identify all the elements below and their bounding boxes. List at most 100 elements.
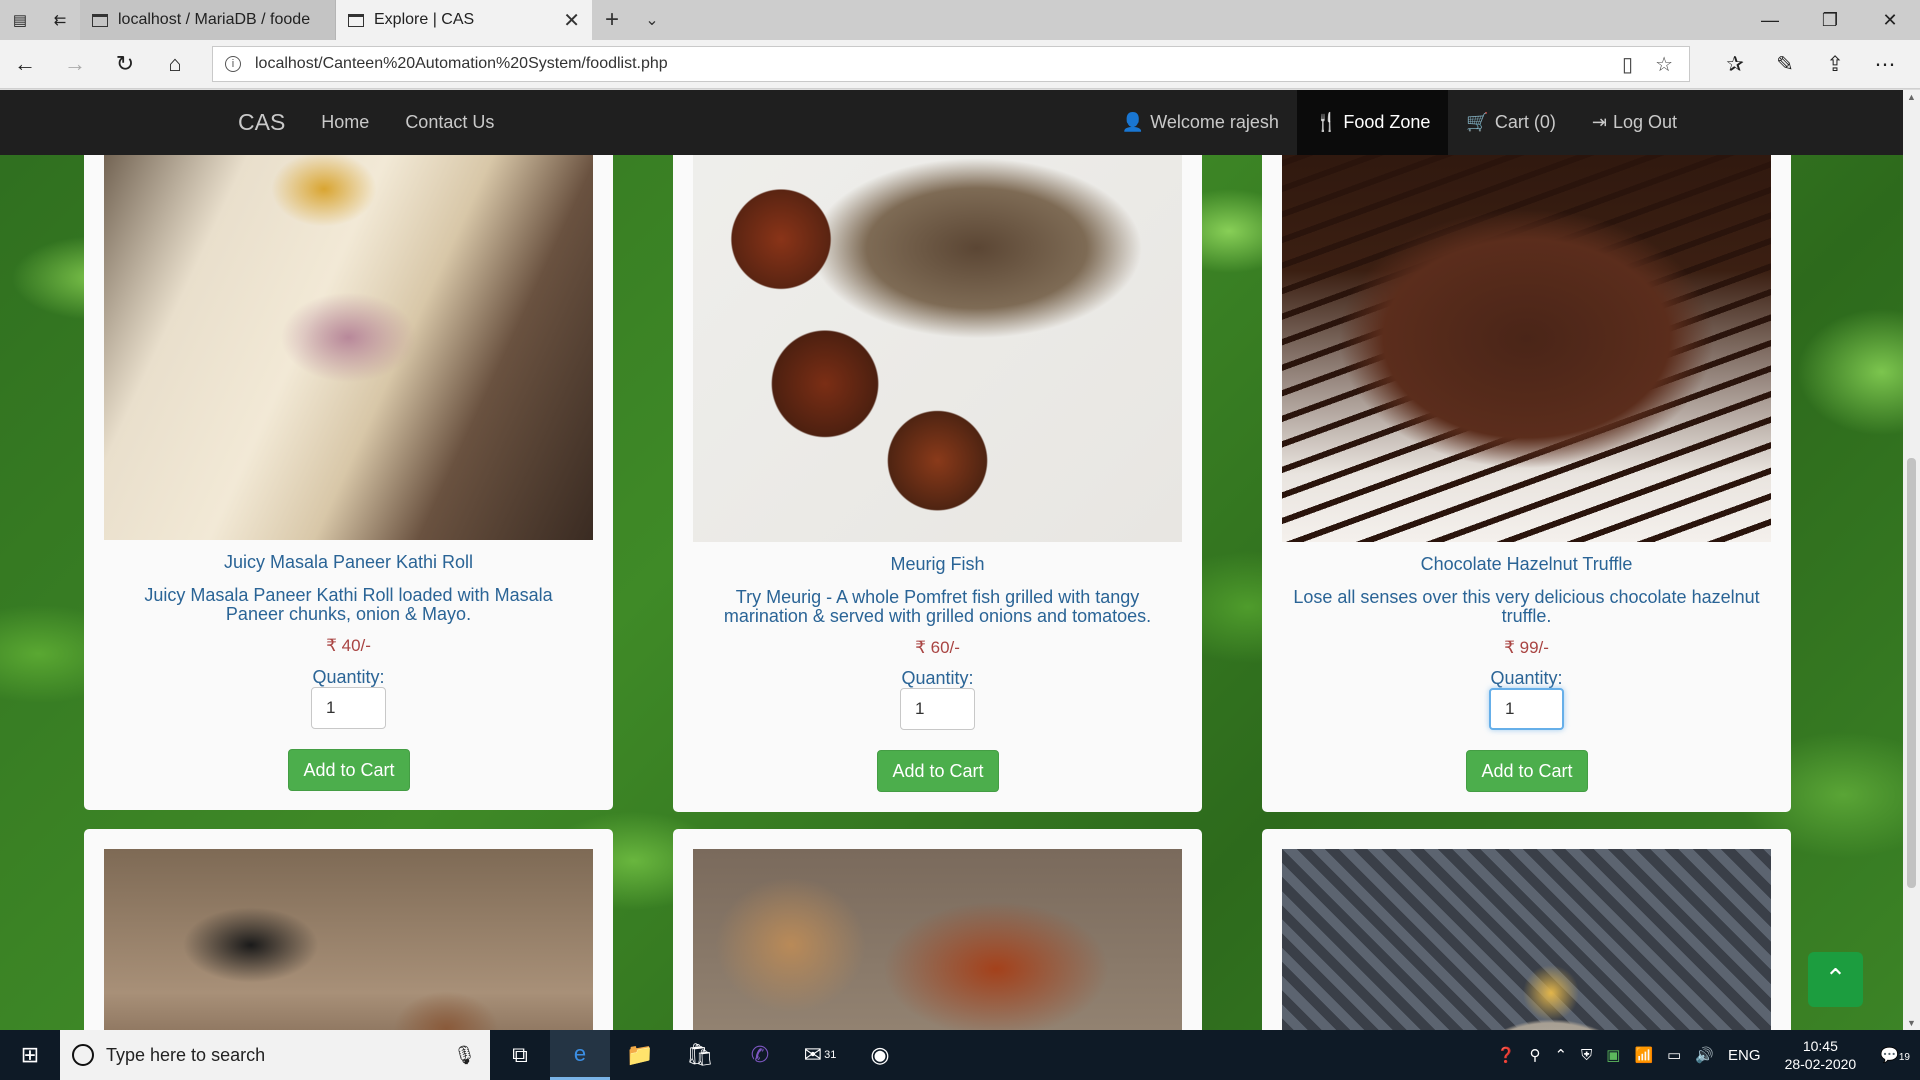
food-card: Chocolate Hazelnut Truffle Lose all sens… xyxy=(1262,90,1791,812)
refresh-icon[interactable]: ↻ xyxy=(100,51,150,77)
quantity-input[interactable] xyxy=(900,688,975,730)
taskbar-clock[interactable]: 10:45 28-02-2020 xyxy=(1785,1037,1857,1073)
food-image-fish xyxy=(693,90,1182,542)
whatsapp-icon[interactable]: ✆ xyxy=(730,1030,790,1080)
close-window-button[interactable]: ✕ xyxy=(1860,0,1920,40)
food-name: Juicy Masala Paneer Kathi Roll xyxy=(223,552,474,572)
nav-home[interactable]: Home xyxy=(321,112,369,133)
scroll-down-arrow-icon[interactable]: ▼ xyxy=(1907,1018,1916,1028)
food-card xyxy=(84,829,613,1030)
browser-tab-bar: ▤ ⇇ localhost / MariaDB / foode Explore … xyxy=(0,0,1920,40)
input-language[interactable]: ENG xyxy=(1728,1047,1761,1064)
quantity-label: Quantity: xyxy=(901,668,974,688)
page-icon xyxy=(348,13,364,27)
task-view-icon[interactable]: ⧉ xyxy=(490,1030,550,1080)
search-placeholder: Type here to search xyxy=(106,1044,266,1065)
cortana-icon xyxy=(72,1044,94,1066)
favorites-icon[interactable]: ✰ xyxy=(1710,52,1760,77)
chrome-icon[interactable]: ◉ xyxy=(850,1030,910,1080)
scroll-up-arrow-icon[interactable]: ▲ xyxy=(1907,92,1916,102)
action-center-icon[interactable]: 💬19 xyxy=(1880,1046,1910,1064)
food-card xyxy=(1262,829,1791,1030)
minimize-button[interactable]: — xyxy=(1740,0,1800,40)
food-description: Lose all senses over this very delicious… xyxy=(1293,587,1760,626)
reading-view-icon[interactable]: ▯ xyxy=(1622,52,1633,77)
clock-time: 10:45 xyxy=(1802,1038,1838,1054)
back-icon[interactable]: ← xyxy=(0,51,50,77)
food-image-kathi-roll xyxy=(104,90,593,540)
chevron-up-icon: ⌃ xyxy=(1824,963,1847,993)
help-icon[interactable]: ❓ xyxy=(1497,1046,1516,1064)
set-aside-tabs-icon[interactable]: ⇇ xyxy=(40,0,80,40)
pen-notes-icon[interactable]: ✎ xyxy=(1760,52,1810,77)
show-hidden-icons-chevron-icon[interactable]: ⌃ xyxy=(1554,1046,1567,1064)
tab-list-chevron-icon[interactable]: ⌄ xyxy=(632,0,672,40)
add-to-cart-button[interactable]: Add to Cart xyxy=(288,749,410,791)
close-tab-icon[interactable]: ✕ xyxy=(563,8,580,33)
volume-icon[interactable]: 🔊 xyxy=(1695,1046,1714,1064)
add-to-cart-button[interactable]: Add to Cart xyxy=(1466,750,1588,792)
people-icon[interactable]: ⚲ xyxy=(1529,1046,1540,1064)
windows-start-icon[interactable]: ⊞ xyxy=(0,1030,60,1080)
system-tray: ❓ ⚲ ⌃ ⛨ ▣ 📶 ▭ 🔊 ENG 10:45 28-02-2020 💬19 xyxy=(1497,1037,1920,1073)
add-to-cart-button[interactable]: Add to Cart xyxy=(877,750,999,792)
favorite-star-icon[interactable]: ☆ xyxy=(1655,52,1673,77)
food-description: Try Meurig - A whole Pomfret fish grille… xyxy=(723,587,1152,626)
site-info-icon[interactable]: i xyxy=(225,56,241,72)
windows-taskbar: ⊞ Type here to search 🎙 ⧉ e 📁 🛍 ✆ ✉ 31 ◉ … xyxy=(0,1030,1920,1080)
url-text: localhost/Canteen%20Automation%20System/… xyxy=(255,55,668,72)
food-image-toast-noodles xyxy=(693,849,1182,1030)
nav-welcome-user[interactable]: 👤 Welcome rajesh xyxy=(1104,90,1297,155)
more-menu-icon[interactable]: ⋯ xyxy=(1860,52,1910,77)
file-explorer-icon[interactable]: 📁 xyxy=(610,1030,670,1080)
quantity-label: Quantity: xyxy=(312,667,385,687)
nav-contact[interactable]: Contact Us xyxy=(405,112,494,133)
notification-count: 19 xyxy=(1898,1052,1910,1063)
page-viewport: Juicy Masala Paneer Kathi Roll Juicy Mas… xyxy=(0,90,1920,1030)
tab-actions-icon[interactable]: ▤ xyxy=(0,0,40,40)
nav-cart[interactable]: 🛒 Cart (0) xyxy=(1448,90,1573,155)
cart-label: Cart (0) xyxy=(1494,112,1556,132)
store-icon[interactable]: 🛍 xyxy=(670,1030,730,1080)
browser-tab-explore[interactable]: Explore | CAS ✕ xyxy=(336,0,592,40)
taskbar-search-box[interactable]: Type here to search 🎙 xyxy=(60,1030,490,1080)
user-icon: 👤 xyxy=(1121,112,1145,132)
food-card: Juicy Masala Paneer Kathi Roll Juicy Mas… xyxy=(84,90,613,810)
clock-date: 28-02-2020 xyxy=(1784,1056,1857,1072)
food-name: Chocolate Hazelnut Truffle xyxy=(1420,554,1633,574)
scroll-to-top-button[interactable]: ⌃ xyxy=(1808,952,1863,1007)
mail-badge: 31 xyxy=(824,1049,837,1061)
restore-button[interactable]: ❐ xyxy=(1800,0,1860,40)
food-image-chocolate-cake xyxy=(1282,90,1771,542)
quantity-label: Quantity: xyxy=(1490,668,1563,688)
scrollbar-thumb[interactable] xyxy=(1907,458,1916,888)
edge-browser-icon[interactable]: e xyxy=(550,1030,610,1080)
brand-logo[interactable]: CAS xyxy=(238,109,285,136)
battery-icon[interactable]: ▭ xyxy=(1667,1046,1681,1064)
nav-food-zone[interactable]: 🍴 Food Zone xyxy=(1296,90,1449,155)
url-input[interactable]: i localhost/Canteen%20Automation%20Syste… xyxy=(212,46,1690,82)
new-tab-button[interactable]: + xyxy=(592,0,632,40)
nav-logout[interactable]: ⇥ Log Out xyxy=(1574,90,1695,155)
wifi-icon[interactable]: 📶 xyxy=(1634,1046,1653,1064)
food-card xyxy=(673,829,1202,1030)
quantity-input[interactable] xyxy=(1489,688,1564,730)
app-tray-icon[interactable]: ▣ xyxy=(1606,1046,1620,1064)
food-zone-label: Food Zone xyxy=(1343,112,1431,132)
share-icon[interactable]: ⇪ xyxy=(1810,52,1860,77)
mail-icon[interactable]: ✉ 31 xyxy=(790,1030,850,1080)
food-description: Juicy Masala Paneer Kathi Roll loaded wi… xyxy=(144,585,553,624)
microphone-icon[interactable]: 🎙 xyxy=(453,1045,476,1066)
forward-icon[interactable]: → xyxy=(50,51,100,77)
security-shield-icon[interactable]: ⛨ xyxy=(1581,1047,1592,1064)
cutlery-icon: 🍴 xyxy=(1314,112,1338,132)
food-price: ₹ 60/- xyxy=(915,638,960,657)
browser-tab-mariadb[interactable]: localhost / MariaDB / foode xyxy=(80,0,336,40)
food-name: Meurig Fish xyxy=(890,554,985,574)
home-icon[interactable]: ⌂ xyxy=(150,51,200,77)
logout-label: Log Out xyxy=(1612,112,1677,132)
quantity-input[interactable] xyxy=(311,687,386,729)
logout-icon: ⇥ xyxy=(1591,112,1607,132)
page-scrollbar[interactable]: ▲ ▼ xyxy=(1903,90,1920,1030)
food-card: Meurig Fish Try Meurig - A whole Pomfret… xyxy=(673,90,1202,812)
